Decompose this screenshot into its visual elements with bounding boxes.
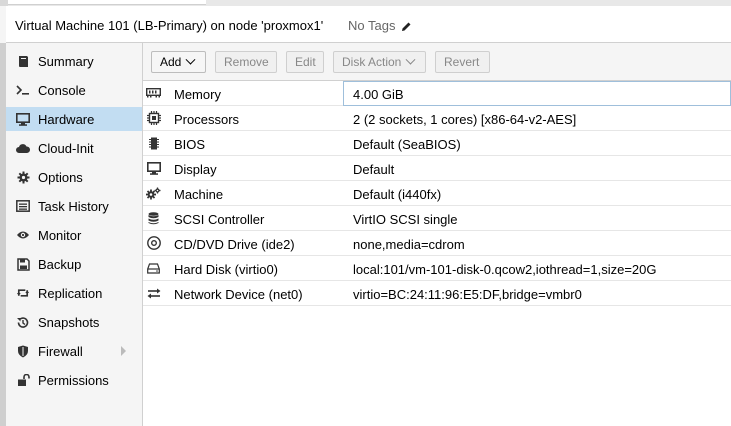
submenu-arrow-icon[interactable]: [121, 346, 126, 356]
chevron-down-icon: [185, 54, 196, 65]
sidebar-item-firewall[interactable]: Firewall: [6, 339, 142, 363]
row-key: BIOS: [174, 137, 206, 152]
terminal-icon: [16, 83, 30, 97]
floppy-icon: [16, 257, 30, 271]
add-button-label: Add: [160, 55, 182, 69]
row-key: Machine: [174, 187, 224, 202]
table-row[interactable]: CD/DVD Drive (ide2) none,media=cdrom: [143, 231, 731, 256]
remove-button[interactable]: Remove: [215, 51, 277, 73]
sidebar-item-label: Options: [38, 169, 83, 185]
sidebar-item-label: Hardware: [38, 111, 95, 127]
history-icon: [16, 315, 30, 329]
sidebar: Summary Console Hardware Cloud-Init Opti…: [6, 43, 143, 426]
shield-icon: [16, 344, 30, 358]
sidebar-item-snapshots[interactable]: Snapshots: [6, 310, 142, 334]
sidebar-item-replication[interactable]: Replication: [6, 281, 142, 305]
main-panel: Add Remove Edit Disk Action Revert Memor…: [143, 43, 731, 426]
row-value-cell[interactable]: 4.00 GiB: [343, 81, 731, 106]
exchange-icon: [146, 286, 161, 300]
sidebar-item-label: Monitor: [38, 227, 82, 243]
table-row[interactable]: Network Device (net0) virtio=BC:24:11:96…: [143, 281, 731, 306]
book-icon: [16, 54, 30, 68]
sidebar-item-hardware[interactable]: Hardware: [6, 107, 142, 131]
row-key: CD/DVD Drive (ide2): [174, 237, 295, 252]
microchip-icon: [146, 136, 161, 150]
table-row[interactable]: SCSI Controller VirtIO SCSI single: [143, 206, 731, 231]
unlock-icon: [16, 373, 30, 387]
sidebar-item-label: Replication: [38, 285, 103, 301]
toolbar: Add Remove Edit Disk Action Revert: [143, 43, 731, 81]
sidebar-item-permissions[interactable]: Permissions: [6, 368, 142, 392]
sidebar-item-label: Backup: [38, 256, 82, 272]
sidebar-item-monitor[interactable]: Monitor: [6, 223, 142, 247]
remove-button-label: Remove: [224, 55, 269, 69]
sidebar-item-label: Permissions: [38, 372, 109, 388]
table-row[interactable]: Hard Disk (virtio0) local:101/vm-101-dis…: [143, 256, 731, 281]
row-value: Default: [353, 162, 395, 177]
title-bar: Virtual Machine 101 (LB-Primary) on node…: [6, 6, 731, 43]
table-row[interactable]: Machine Default (i440fx): [143, 181, 731, 206]
chevron-down-icon: [405, 54, 416, 65]
top-tab: [8, 0, 206, 5]
edit-button-label: Edit: [295, 55, 316, 69]
gear-icon: [16, 170, 30, 184]
hardware-grid: Memory 4.00 GiB Processors 2 (2 sockets,…: [143, 81, 731, 306]
retweet-icon: [16, 286, 30, 300]
row-key: Processors: [174, 112, 240, 127]
row-key: Display: [174, 162, 217, 177]
disk-action-button[interactable]: Disk Action: [333, 51, 426, 73]
sidebar-item-label: Console: [38, 82, 86, 98]
tags-area[interactable]: No Tags: [348, 18, 412, 33]
sidebar-item-label: Snapshots: [38, 314, 100, 330]
sidebar-item-console[interactable]: Console: [6, 78, 142, 102]
desktop-icon: [16, 112, 30, 126]
hdd-icon: [146, 261, 161, 275]
tags-label: No Tags: [348, 18, 396, 33]
sidebar-item-label: Cloud-Init: [38, 140, 94, 156]
page-title: Virtual Machine 101 (LB-Primary) on node…: [15, 18, 324, 33]
table-row[interactable]: Processors 2 (2 sockets, 1 cores) [x86-6…: [143, 106, 731, 131]
desktop-icon: [146, 161, 161, 175]
row-value: none,media=cdrom: [353, 237, 465, 252]
row-key: SCSI Controller: [174, 212, 265, 227]
row-key: Hard Disk (virtio0): [174, 262, 279, 277]
cloud-icon: [16, 141, 30, 155]
row-value: local:101/vm-101-disk-0.qcow2,iothread=1…: [353, 262, 657, 277]
table-row[interactable]: Memory 4.00 GiB: [143, 81, 731, 106]
row-value: Default (SeaBIOS): [353, 137, 461, 152]
row-value: VirtIO SCSI single: [353, 212, 458, 227]
revert-button-label: Revert: [444, 55, 480, 69]
add-button[interactable]: Add: [151, 51, 206, 73]
sidebar-item-backup[interactable]: Backup: [6, 252, 142, 276]
row-key: Memory: [174, 87, 221, 102]
database-icon: [146, 211, 161, 225]
row-value: 2 (2 sockets, 1 cores) [x86-64-v2-AES]: [353, 112, 577, 127]
sidebar-item-cloud-init[interactable]: Cloud-Init: [6, 136, 142, 160]
row-value: Default (i440fx): [353, 187, 442, 202]
revert-button[interactable]: Revert: [435, 51, 490, 73]
row-value: virtio=BC:24:11:96:E5:DF,bridge=vmbr0: [353, 287, 582, 302]
sidebar-item-label: Firewall: [38, 343, 83, 359]
cdrom-icon: [146, 236, 161, 250]
sidebar-item-options[interactable]: Options: [6, 165, 142, 189]
sidebar-item-label: Summary: [38, 53, 94, 69]
cogs-icon: [146, 186, 161, 200]
table-row[interactable]: Display Default: [143, 156, 731, 181]
row-value: 4.00 GiB: [353, 87, 404, 102]
sidebar-item-summary[interactable]: Summary: [6, 49, 142, 73]
row-key: Network Device (net0): [174, 287, 303, 302]
pencil-icon[interactable]: [401, 21, 412, 32]
disk-action-button-label: Disk Action: [342, 55, 402, 69]
edit-button[interactable]: Edit: [286, 51, 324, 73]
memory-icon: [146, 86, 161, 100]
eye-icon: [16, 228, 30, 242]
sidebar-item-label: Task History: [38, 198, 109, 214]
cpu-icon: [146, 111, 161, 125]
list-icon: [16, 199, 30, 213]
sidebar-item-task-history[interactable]: Task History: [6, 194, 142, 218]
table-row[interactable]: BIOS Default (SeaBIOS): [143, 131, 731, 156]
